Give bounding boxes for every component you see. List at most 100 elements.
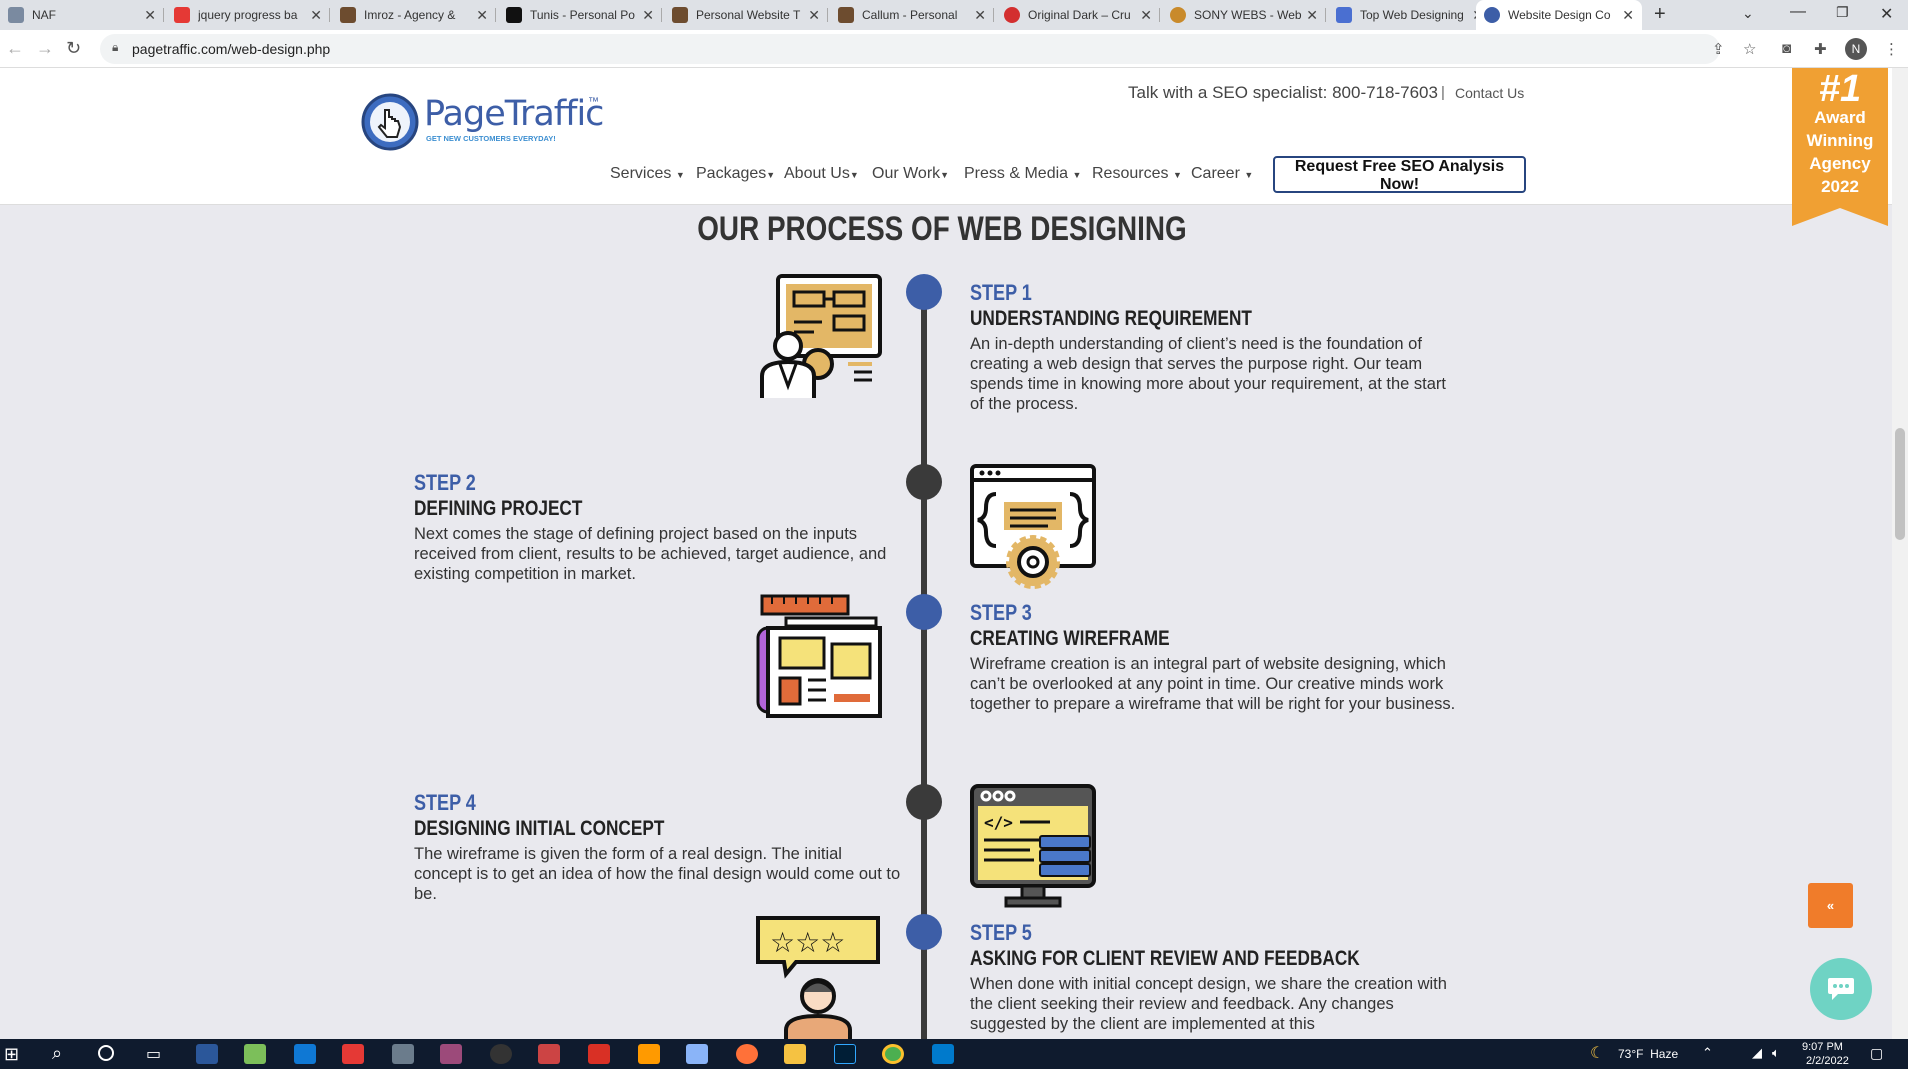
tab-4[interactable]: Personal Website T ✕ xyxy=(664,0,828,30)
volume-icon[interactable]: 🔈︎ xyxy=(1772,1045,1780,1061)
logo[interactable]: PageTraffic ™ GET NEW CUSTOMERS EVERYDAY… xyxy=(360,92,610,154)
header-separator: | xyxy=(1441,84,1445,101)
request-seo-analysis-button[interactable]: Request Free SEO Analysis Now! xyxy=(1273,156,1526,193)
nav-services[interactable]: Services ▼ xyxy=(610,165,685,183)
tab-favicon-icon xyxy=(1170,7,1186,23)
file-explorer-icon[interactable] xyxy=(784,1044,806,1064)
youtube-app-icon[interactable] xyxy=(342,1044,364,1064)
step-4-number: STEP 4 xyxy=(414,790,476,815)
phone-label[interactable]: Talk with a SEO specialist: 800-718-7603 xyxy=(1128,83,1438,103)
close-icon[interactable]: ✕ xyxy=(808,7,820,24)
vscode-icon[interactable] xyxy=(932,1044,954,1064)
badge-rank: #1 xyxy=(1818,68,1862,110)
windows-taskbar: ⊞ ⌕ ▭ ☾ 73°F Haze ⌃ ◢ 🔈︎ 9:07 PM 2/2/202… xyxy=(0,1039,1908,1069)
step-1-number: STEP 1 xyxy=(970,280,1032,305)
caret-down-icon: ▼ xyxy=(849,170,859,180)
network-icon[interactable]: ◢ xyxy=(1752,1045,1762,1061)
close-icon[interactable]: ✕ xyxy=(1306,7,1318,24)
tab-search-icon[interactable]: ⌄ xyxy=(1742,5,1754,22)
winrar-icon[interactable] xyxy=(440,1044,462,1064)
gmail-icon[interactable] xyxy=(588,1044,610,1064)
menu-kebab-icon[interactable]: ⋮ xyxy=(1884,40,1899,58)
contact-us-link[interactable]: Contact Us xyxy=(1455,85,1524,101)
clock-time[interactable]: 9:07 PM xyxy=(1802,1041,1843,1053)
forward-icon[interactable]: → xyxy=(36,38,54,59)
nav-about-us[interactable]: About Us▼ xyxy=(784,165,859,183)
close-icon[interactable]: ✕ xyxy=(974,7,986,24)
mail-icon[interactable] xyxy=(294,1044,316,1064)
tab-6[interactable]: Original Dark – Cru ✕ xyxy=(996,0,1160,30)
address-bar-row: ← → ↻ 🔒︎ pagetraffic.com/web-design.php … xyxy=(0,30,1908,68)
obs-icon[interactable] xyxy=(490,1044,512,1064)
bookmark-star-icon[interactable]: ☆ xyxy=(1743,40,1756,58)
step-5-description: When done with initial concept design, w… xyxy=(970,975,1447,1033)
tray-chevron-icon[interactable]: ⌃ xyxy=(1702,1045,1713,1061)
tab-0[interactable]: NAF ✕ xyxy=(0,0,164,30)
illustrator-icon[interactable] xyxy=(638,1044,660,1064)
new-tab-icon[interactable]: + xyxy=(1654,3,1666,26)
restore-icon[interactable]: ❐ xyxy=(1836,4,1849,21)
scrollbar-thumb[interactable] xyxy=(1895,428,1905,540)
tab-9-active[interactable]: Website Design Co ✕ xyxy=(1476,0,1642,30)
extensions-icon[interactable]: ✚ xyxy=(1814,40,1827,58)
nav-our-work[interactable]: Our Work▼ xyxy=(872,165,949,183)
nav-packages[interactable]: Packages▼ xyxy=(696,165,775,183)
scroll-top-button[interactable]: « xyxy=(1808,883,1853,928)
close-window-icon[interactable]: ✕ xyxy=(1880,4,1893,24)
notepad-icon[interactable] xyxy=(244,1044,266,1064)
minimize-icon[interactable]: — xyxy=(1790,3,1806,21)
search-icon[interactable]: ⌕ xyxy=(52,1043,62,1064)
back-icon[interactable]: ← xyxy=(6,38,24,59)
word-icon[interactable] xyxy=(196,1044,218,1064)
weather-icon[interactable]: ☾ xyxy=(1590,1043,1604,1063)
camera-icon[interactable]: ◙ xyxy=(1782,40,1791,57)
double-chevron-up-icon: « xyxy=(1826,898,1835,913)
cortana-icon[interactable] xyxy=(98,1045,114,1061)
windows-start-icon[interactable]: ⊞ xyxy=(4,1044,19,1065)
badge-line2: Winning xyxy=(1806,131,1874,150)
nav-resources[interactable]: Resources ▼ xyxy=(1092,165,1182,183)
tab-2[interactable]: Imroz - Agency & ✕ xyxy=(332,0,496,30)
step-3-number: STEP 3 xyxy=(970,600,1032,625)
page-scrollbar[interactable] xyxy=(1892,68,1908,1039)
tab-7[interactable]: SONY WEBS - Web ✕ xyxy=(1162,0,1326,30)
reload-icon[interactable]: ↻ xyxy=(66,38,81,59)
nav-career[interactable]: Career ▼ xyxy=(1191,165,1253,183)
close-icon[interactable]: ✕ xyxy=(1622,7,1634,24)
snipping-tool-icon[interactable] xyxy=(686,1044,708,1064)
task-view-icon[interactable]: ▭ xyxy=(146,1044,161,1064)
step-2-number: STEP 2 xyxy=(414,470,476,495)
profile-avatar[interactable]: N xyxy=(1845,38,1867,60)
svg-text:</>: </> xyxy=(984,813,1013,832)
weather-text[interactable]: 73°F Haze xyxy=(1618,1047,1678,1061)
nav-press-media[interactable]: Press & Media ▼ xyxy=(964,165,1081,183)
paint-icon[interactable] xyxy=(538,1044,560,1064)
url-input[interactable]: 🔒︎ pagetraffic.com/web-design.php xyxy=(100,34,1720,64)
tab-5[interactable]: Callum - Personal ✕ xyxy=(830,0,994,30)
chat-widget-button[interactable] xyxy=(1810,958,1872,1020)
step-3-description: Wireframe creation is an integral part o… xyxy=(970,655,1456,713)
tab-8[interactable]: Top Web Designing ✕ xyxy=(1328,0,1492,30)
tab-favicon-icon xyxy=(340,7,356,23)
tab-1[interactable]: jquery progress ba ✕ xyxy=(166,0,330,30)
requirement-presentation-icon xyxy=(760,274,882,398)
close-icon[interactable]: ✕ xyxy=(642,7,654,24)
tab-title: jquery progress ba xyxy=(198,8,298,22)
firefox-icon[interactable] xyxy=(736,1044,758,1064)
close-icon[interactable]: ✕ xyxy=(310,7,322,24)
close-icon[interactable]: ✕ xyxy=(144,7,156,24)
tab-favicon-icon xyxy=(506,7,522,23)
notifications-icon[interactable]: ▢ xyxy=(1870,1045,1883,1062)
photoshop-icon[interactable] xyxy=(834,1044,856,1064)
close-icon[interactable]: ✕ xyxy=(1140,7,1152,24)
close-icon[interactable]: ✕ xyxy=(476,7,488,24)
calculator-icon[interactable] xyxy=(392,1044,414,1064)
clock-date[interactable]: 2/2/2022 xyxy=(1806,1055,1849,1067)
share-icon[interactable]: ⇪ xyxy=(1712,40,1725,58)
timeline-dot-5 xyxy=(906,914,942,950)
badge-year: 2022 xyxy=(1821,177,1859,196)
tab-3[interactable]: Tunis - Personal Po ✕ xyxy=(498,0,662,30)
step-4-description: The wireframe is given the form of a rea… xyxy=(414,845,901,903)
nav-label: Services xyxy=(610,165,672,182)
chrome-icon[interactable] xyxy=(882,1044,904,1064)
